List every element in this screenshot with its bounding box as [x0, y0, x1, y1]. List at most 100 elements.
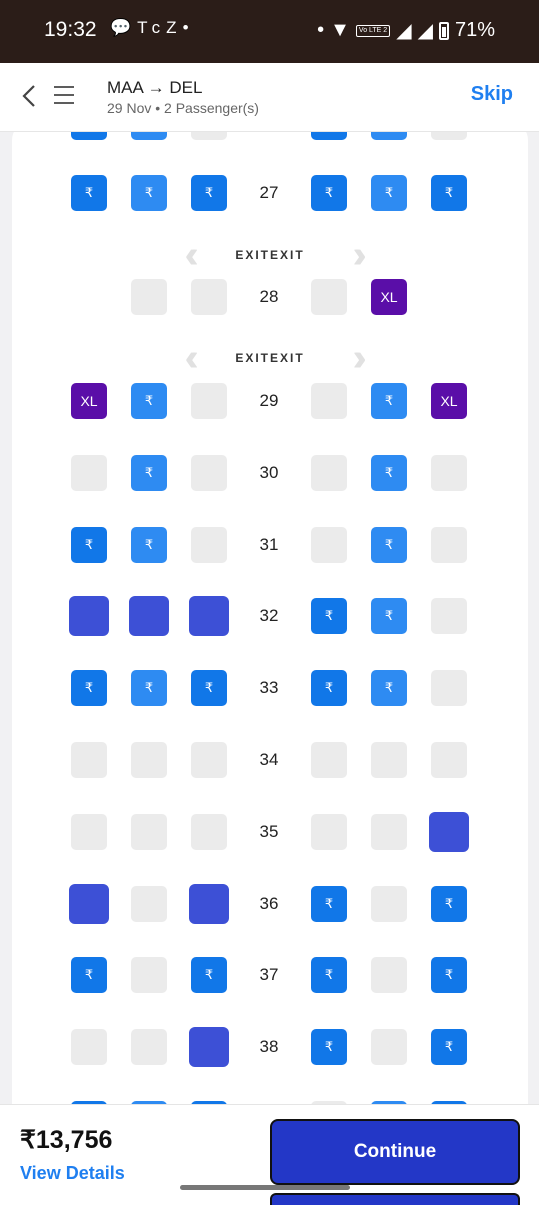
dot-icon: •: [317, 19, 325, 41]
seat-empty[interactable]: [371, 814, 407, 850]
seat-paid[interactable]: ₹: [71, 175, 107, 211]
route-title: MAA → DEL: [107, 78, 202, 98]
seat-paid-alt[interactable]: ₹: [131, 132, 167, 140]
seat-paid[interactable]: ₹: [71, 670, 107, 706]
seat-empty[interactable]: [311, 742, 347, 778]
seat-paid-alt[interactable]: ₹: [371, 383, 407, 419]
seat-occupied: [189, 596, 229, 636]
seat-empty[interactable]: [131, 742, 167, 778]
seat-paid[interactable]: ₹: [311, 598, 347, 634]
signal-icon-2: ◢: [417, 20, 433, 42]
seat-paid[interactable]: ₹: [431, 1029, 467, 1065]
seat-grid: ₹ ₹ ₹ ₹27 ₹ ₹ ₹ ₹ ₹ ₹28 XL 29 XL ₹ ₹ XL 30 ₹ ₹31 ₹ ₹ ₹32 ₹ ₹33 ₹…: [0, 132, 539, 1104]
seat-empty[interactable]: [71, 1029, 107, 1065]
row-number: 28: [259, 287, 279, 306]
row-number: 32: [259, 606, 279, 625]
seat-paid[interactable]: ₹: [191, 175, 227, 211]
row-number: 29: [259, 391, 279, 410]
seat-paid[interactable]: ₹: [431, 886, 467, 922]
seat-empty[interactable]: [71, 742, 107, 778]
battery-icon: [438, 21, 449, 40]
seat-paid[interactable]: ₹: [191, 957, 227, 993]
seat-paid-alt[interactable]: ₹: [371, 132, 407, 140]
chat-icon: 💬: [110, 18, 138, 37]
row-number: 38: [259, 1037, 279, 1056]
seat-paid[interactable]: ₹: [311, 1029, 347, 1065]
seat-empty[interactable]: [311, 279, 347, 315]
seat-empty[interactable]: [191, 527, 227, 563]
seat-empty[interactable]: [191, 383, 227, 419]
seat-paid[interactable]: ₹: [191, 670, 227, 706]
trip-subtitle: 29 Nov • 2 Passenger(s): [107, 100, 259, 116]
seat-paid[interactable]: ₹: [311, 175, 347, 211]
seat-paid[interactable]: ₹: [71, 132, 107, 140]
seat-empty[interactable]: [431, 742, 467, 778]
seat-paid-alt[interactable]: ₹: [131, 383, 167, 419]
seat-paid-alt[interactable]: ₹: [371, 455, 407, 491]
seat-empty[interactable]: [311, 455, 347, 491]
seat-empty[interactable]: [311, 383, 347, 419]
seat-empty[interactable]: [191, 455, 227, 491]
seat-paid[interactable]: ₹: [311, 886, 347, 922]
seat-paid[interactable]: ₹: [311, 957, 347, 993]
seat-xl[interactable]: XL: [371, 279, 407, 315]
seat-paid-alt[interactable]: ₹: [371, 598, 407, 634]
seat-occupied: [189, 884, 229, 924]
seat-empty[interactable]: [431, 455, 467, 491]
seat-paid[interactable]: ₹: [71, 527, 107, 563]
seat-empty[interactable]: [191, 814, 227, 850]
seat-paid-alt[interactable]: ₹: [131, 455, 167, 491]
skip-button[interactable]: Skip: [471, 83, 513, 106]
seat-empty[interactable]: [431, 598, 467, 634]
seat-paid-alt[interactable]: ₹: [131, 175, 167, 211]
seat-xl[interactable]: XL: [431, 383, 467, 419]
seat-occupied: [129, 596, 169, 636]
seat-xl[interactable]: XL: [71, 383, 107, 419]
seat-empty[interactable]: [371, 957, 407, 993]
menu-icon[interactable]: [54, 86, 74, 104]
seat-paid-alt[interactable]: ₹: [131, 670, 167, 706]
seat-empty[interactable]: [191, 132, 227, 140]
total-price: ₹13,756: [20, 1126, 113, 1154]
continue-button[interactable]: Continue: [270, 1119, 520, 1185]
next-button-peek: [270, 1193, 520, 1205]
seat-paid[interactable]: ₹: [431, 175, 467, 211]
seat-empty[interactable]: [131, 957, 167, 993]
seat-empty[interactable]: [71, 814, 107, 850]
dot-icon: •: [182, 18, 195, 37]
row-number: 34: [259, 750, 279, 769]
seat-empty[interactable]: [131, 1029, 167, 1065]
seat-empty[interactable]: [131, 814, 167, 850]
seat-paid-alt[interactable]: ₹: [371, 670, 407, 706]
seat-paid[interactable]: ₹: [431, 957, 467, 993]
seat-empty[interactable]: [311, 814, 347, 850]
seat-empty[interactable]: [431, 670, 467, 706]
seat-occupied: [189, 1027, 229, 1067]
seat-empty[interactable]: [131, 886, 167, 922]
seat-empty[interactable]: [371, 886, 407, 922]
seat-empty[interactable]: [131, 279, 167, 315]
origin-code: MAA: [107, 78, 143, 97]
seat-paid[interactable]: ₹: [311, 670, 347, 706]
route-arrow-icon: →: [147, 78, 165, 97]
view-details-link[interactable]: View Details: [20, 1163, 125, 1184]
seat-empty[interactable]: [371, 742, 407, 778]
row-number: 31: [259, 535, 279, 554]
seat-empty[interactable]: [191, 279, 227, 315]
seat-paid-alt[interactable]: ₹: [371, 175, 407, 211]
seat-empty[interactable]: [431, 527, 467, 563]
seat-empty[interactable]: [71, 455, 107, 491]
seat-empty[interactable]: [311, 527, 347, 563]
seat-empty[interactable]: [371, 1029, 407, 1065]
z-icon: Z: [166, 18, 183, 37]
seat-empty[interactable]: [431, 132, 467, 140]
seat-paid-alt[interactable]: ₹: [371, 527, 407, 563]
seat-paid[interactable]: ₹: [311, 132, 347, 140]
lte-badge: Vo LTE 2: [355, 24, 391, 37]
back-arrow-icon[interactable]: [18, 81, 42, 111]
seat-paid[interactable]: ₹: [71, 957, 107, 993]
teams-icon: T: [137, 18, 152, 37]
seat-occupied: [69, 884, 109, 924]
seat-paid-alt[interactable]: ₹: [131, 527, 167, 563]
seat-empty[interactable]: [191, 742, 227, 778]
